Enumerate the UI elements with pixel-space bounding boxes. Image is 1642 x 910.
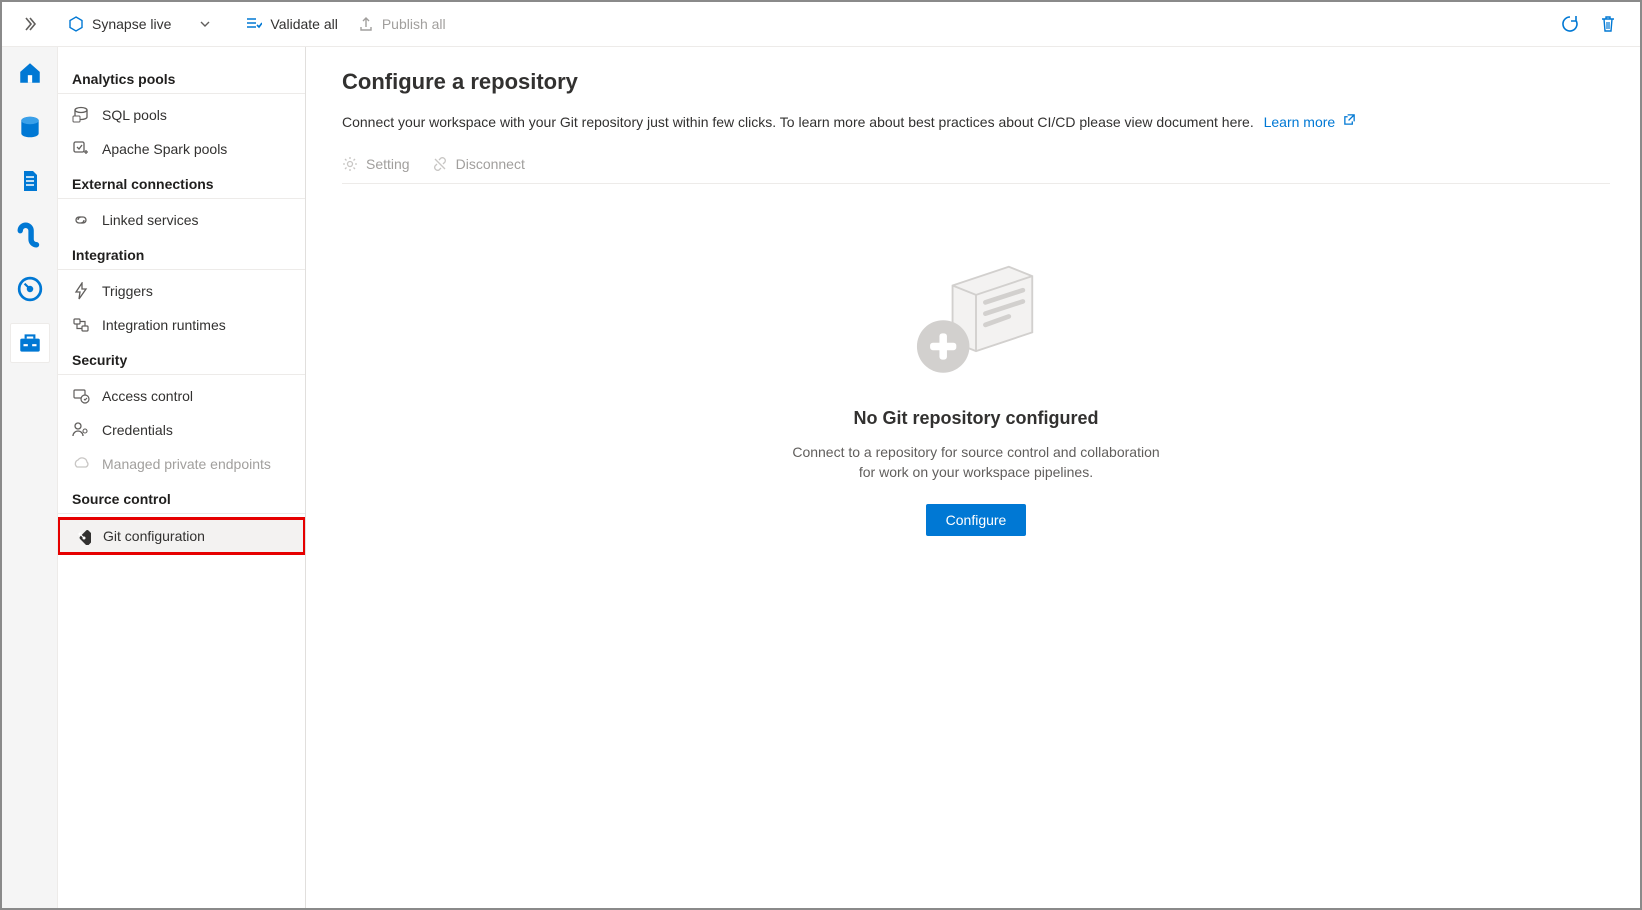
configure-button[interactable]: Configure: [926, 504, 1027, 536]
publish-icon: [358, 16, 374, 32]
rail-develop[interactable]: [10, 161, 50, 201]
linked-services-icon: [72, 211, 90, 229]
manage-nav-panel: Analytics pools SQL pools Apache Spark p…: [58, 47, 306, 908]
triggers-icon: [72, 282, 90, 300]
learn-more-label: Learn more: [1264, 114, 1336, 130]
nav-managed-private-endpoints: Managed private endpoints: [58, 447, 305, 481]
empty-heading: No Git repository configured: [853, 408, 1098, 429]
integration-runtimes-icon: [72, 316, 90, 334]
expand-rail-icon[interactable]: [22, 16, 38, 32]
section-integration: Integration: [58, 237, 305, 270]
external-link-icon: [1343, 113, 1359, 129]
disconnect-icon: [432, 156, 448, 172]
nav-linked-services[interactable]: Linked services: [58, 203, 305, 237]
nav-triggers[interactable]: Triggers: [58, 274, 305, 308]
validate-icon: [246, 16, 262, 32]
disconnect-label: Disconnect: [456, 156, 525, 172]
database-icon: [17, 114, 43, 140]
learn-more-link[interactable]: Learn more: [1264, 114, 1359, 130]
gear-icon: [342, 156, 358, 172]
nav-label: SQL pools: [102, 107, 167, 123]
nav-access-control[interactable]: Access control: [58, 379, 305, 413]
spark-pools-icon: [72, 140, 90, 158]
publish-all-button[interactable]: Publish all: [348, 2, 456, 46]
credentials-icon: [72, 421, 90, 439]
section-external-connections: External connections: [58, 166, 305, 199]
nav-git-configuration[interactable]: Git configuration: [58, 518, 305, 554]
nav-label: Access control: [102, 388, 193, 404]
page-title: Configure a repository: [342, 69, 1610, 95]
disconnect-button: Disconnect: [432, 156, 525, 172]
rail-home[interactable]: [10, 53, 50, 93]
document-icon: [18, 169, 42, 193]
hexagon-icon: [68, 16, 84, 32]
nav-sql-pools[interactable]: SQL pools: [58, 98, 305, 132]
nav-label: Linked services: [102, 212, 199, 228]
nav-label: Apache Spark pools: [102, 141, 227, 157]
chevron-down-icon: [197, 16, 213, 32]
home-icon: [17, 60, 43, 86]
section-analytics-pools: Analytics pools: [58, 61, 305, 94]
sql-pools-icon: [72, 106, 90, 124]
intro-text: Connect your workspace with your Git rep…: [342, 114, 1254, 130]
rail-manage[interactable]: [10, 323, 50, 363]
pipeline-icon: [17, 222, 43, 248]
nav-label: Integration runtimes: [102, 317, 226, 333]
setting-button: Setting: [342, 156, 410, 172]
empty-state-illustration: [901, 258, 1051, 388]
page-intro: Connect your workspace with your Git rep…: [342, 113, 1610, 130]
managed-private-endpoints-icon: [72, 455, 90, 473]
rail-integrate[interactable]: [10, 215, 50, 255]
section-security: Security: [58, 342, 305, 375]
section-source-control: Source control: [58, 481, 305, 514]
delete-button[interactable]: [1598, 14, 1618, 34]
nav-label: Credentials: [102, 422, 173, 438]
gauge-icon: [17, 276, 43, 302]
nav-integration-runtimes[interactable]: Integration runtimes: [58, 308, 305, 342]
git-configuration-icon: [73, 527, 91, 545]
toolbox-icon: [17, 330, 43, 356]
setting-label: Setting: [366, 156, 410, 172]
rail-monitor[interactable]: [10, 269, 50, 309]
validate-all-label: Validate all: [270, 16, 337, 32]
nav-label: Triggers: [102, 283, 153, 299]
nav-credentials[interactable]: Credentials: [58, 413, 305, 447]
synapse-live-label: Synapse live: [92, 16, 171, 32]
icon-rail: [2, 47, 58, 908]
empty-desc-2: for work on your workspace pipelines.: [859, 464, 1093, 480]
synapse-live-dropdown[interactable]: Synapse live: [58, 2, 223, 46]
rail-data[interactable]: [10, 107, 50, 147]
access-control-icon: [72, 387, 90, 405]
main-content: Configure a repository Connect your work…: [306, 47, 1640, 908]
nav-apache-spark-pools[interactable]: Apache Spark pools: [58, 132, 305, 166]
sub-toolbar: Setting Disconnect: [342, 144, 1610, 184]
nav-label: Git configuration: [103, 528, 205, 544]
empty-desc-1: Connect to a repository for source contr…: [792, 444, 1159, 460]
nav-label: Managed private endpoints: [102, 456, 271, 472]
refresh-button[interactable]: [1560, 14, 1580, 34]
validate-all-button[interactable]: Validate all: [236, 2, 347, 46]
publish-all-label: Publish all: [382, 16, 446, 32]
empty-state: No Git repository configured Connect to …: [342, 184, 1610, 908]
command-bar: Synapse live Validate all Publish all: [2, 2, 1640, 47]
